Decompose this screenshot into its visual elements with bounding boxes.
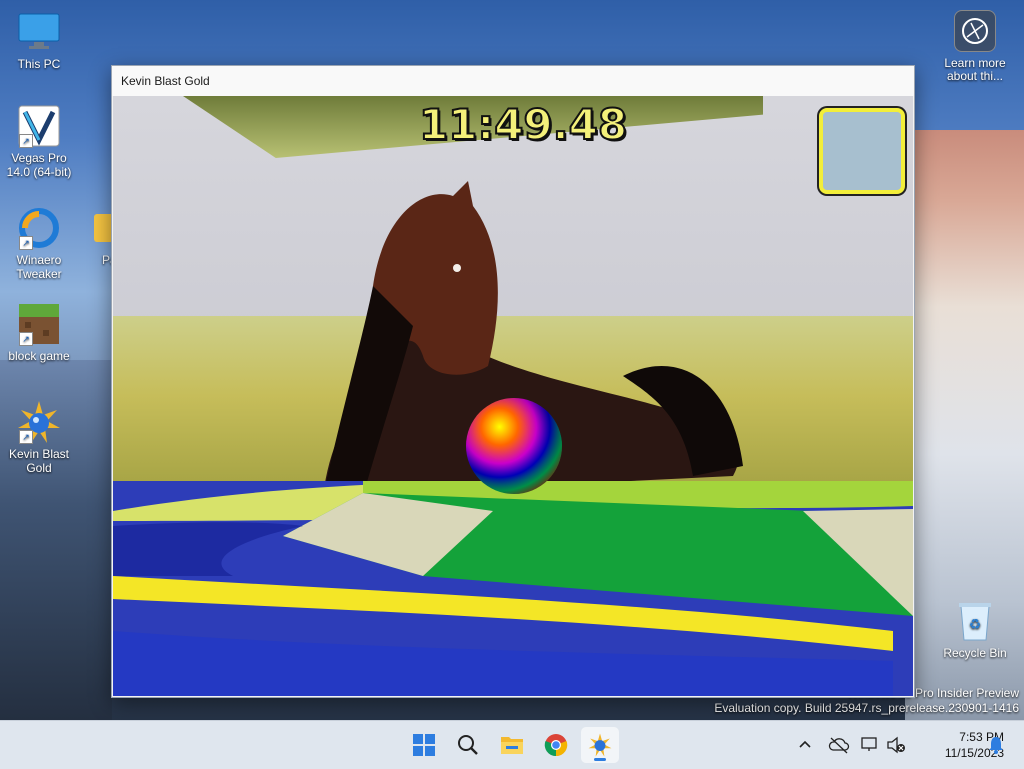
game-timer: 11:49.48 xyxy=(418,99,628,150)
game-window[interactable]: Kevin Blast Gold 11:49.48 xyxy=(111,65,915,698)
network-icon xyxy=(861,737,877,751)
start-icon xyxy=(413,734,435,756)
desktop-icon-recycle-bin[interactable]: ♻ Recycle Bin xyxy=(938,598,1012,660)
minimap-panel xyxy=(819,108,905,194)
file-explorer-button[interactable] xyxy=(493,727,531,763)
chevron-up-icon xyxy=(799,740,811,748)
chrome-icon xyxy=(544,734,568,757)
learn-more-about-picture[interactable]: Learn more about thi... xyxy=(936,10,1014,83)
camera-icon xyxy=(954,10,996,52)
grass-block-icon: ↗ xyxy=(17,302,61,346)
notifications-button[interactable] xyxy=(988,721,1004,769)
recycle-bin-icon: ♻ xyxy=(955,598,995,642)
winaero-tweaker-icon: ↗ xyxy=(17,206,61,250)
cloud-offline-icon xyxy=(828,737,850,754)
desktop-icon-kevin-blast-gold[interactable]: ↗ Kevin Blast Gold xyxy=(0,400,78,475)
search-icon xyxy=(458,735,478,755)
desktop-icon-vegas-pro[interactable]: ↗ Vegas Pro 14.0 (64-bit) xyxy=(0,104,78,179)
show-hidden-icons-button[interactable] xyxy=(796,721,814,769)
active-indicator xyxy=(594,758,606,761)
onedrive-tray-button[interactable] xyxy=(828,721,850,769)
player-ball xyxy=(466,398,562,494)
game-viewport[interactable]: 11:49.48 xyxy=(113,96,913,696)
monitor-icon xyxy=(17,10,61,54)
svg-text:♻: ♻ xyxy=(969,617,982,633)
speaker-muted-icon xyxy=(887,736,905,754)
taskbar: 7:53 PM 11/15/2023 xyxy=(0,720,1024,769)
desktop-icon-label: Kevin Blast Gold xyxy=(8,447,70,475)
kevin-blast-gold-icon xyxy=(588,733,612,757)
desktop-icon-this-pc[interactable]: This PC xyxy=(0,10,78,71)
desktop-icon-label: block game xyxy=(8,349,70,363)
shortcut-arrow-icon: ↗ xyxy=(19,332,33,346)
vegas-pro-icon: ↗ xyxy=(17,104,61,148)
desktop-icon-block-game[interactable]: ↗ block game xyxy=(0,302,78,363)
shortcut-arrow-icon: ↗ xyxy=(19,430,33,444)
chrome-button[interactable] xyxy=(537,727,575,763)
desktop-icon-label: Winaero Tweaker xyxy=(16,253,62,281)
game-track xyxy=(113,481,913,696)
start-button[interactable] xyxy=(405,727,443,763)
kevin-blast-gold-icon: ↗ xyxy=(17,400,61,444)
shortcut-arrow-icon: ↗ xyxy=(19,134,33,148)
network-tray-button[interactable] xyxy=(860,721,880,769)
search-button[interactable] xyxy=(449,727,487,763)
learn-more-label: Learn more about thi... xyxy=(944,56,1006,83)
file-explorer-icon xyxy=(501,737,523,754)
kevin-blast-gold-taskbar-button[interactable] xyxy=(581,727,619,763)
window-title[interactable]: Kevin Blast Gold xyxy=(112,66,914,96)
desktop-icon-label: Vegas Pro 14.0 (64-bit) xyxy=(6,151,72,179)
desktop-icon-label: This PC xyxy=(17,57,61,71)
volume-tray-button[interactable] xyxy=(886,721,906,769)
watermark-build: Evaluation copy. Build 25947.rs_prerelea… xyxy=(714,701,1019,715)
desktop-icon-winaero-tweaker[interactable]: ↗ Winaero Tweaker xyxy=(0,206,78,281)
shortcut-arrow-icon: ↗ xyxy=(19,236,33,250)
recycle-bin-label: Recycle Bin xyxy=(943,646,1007,660)
bell-icon xyxy=(989,737,1003,754)
